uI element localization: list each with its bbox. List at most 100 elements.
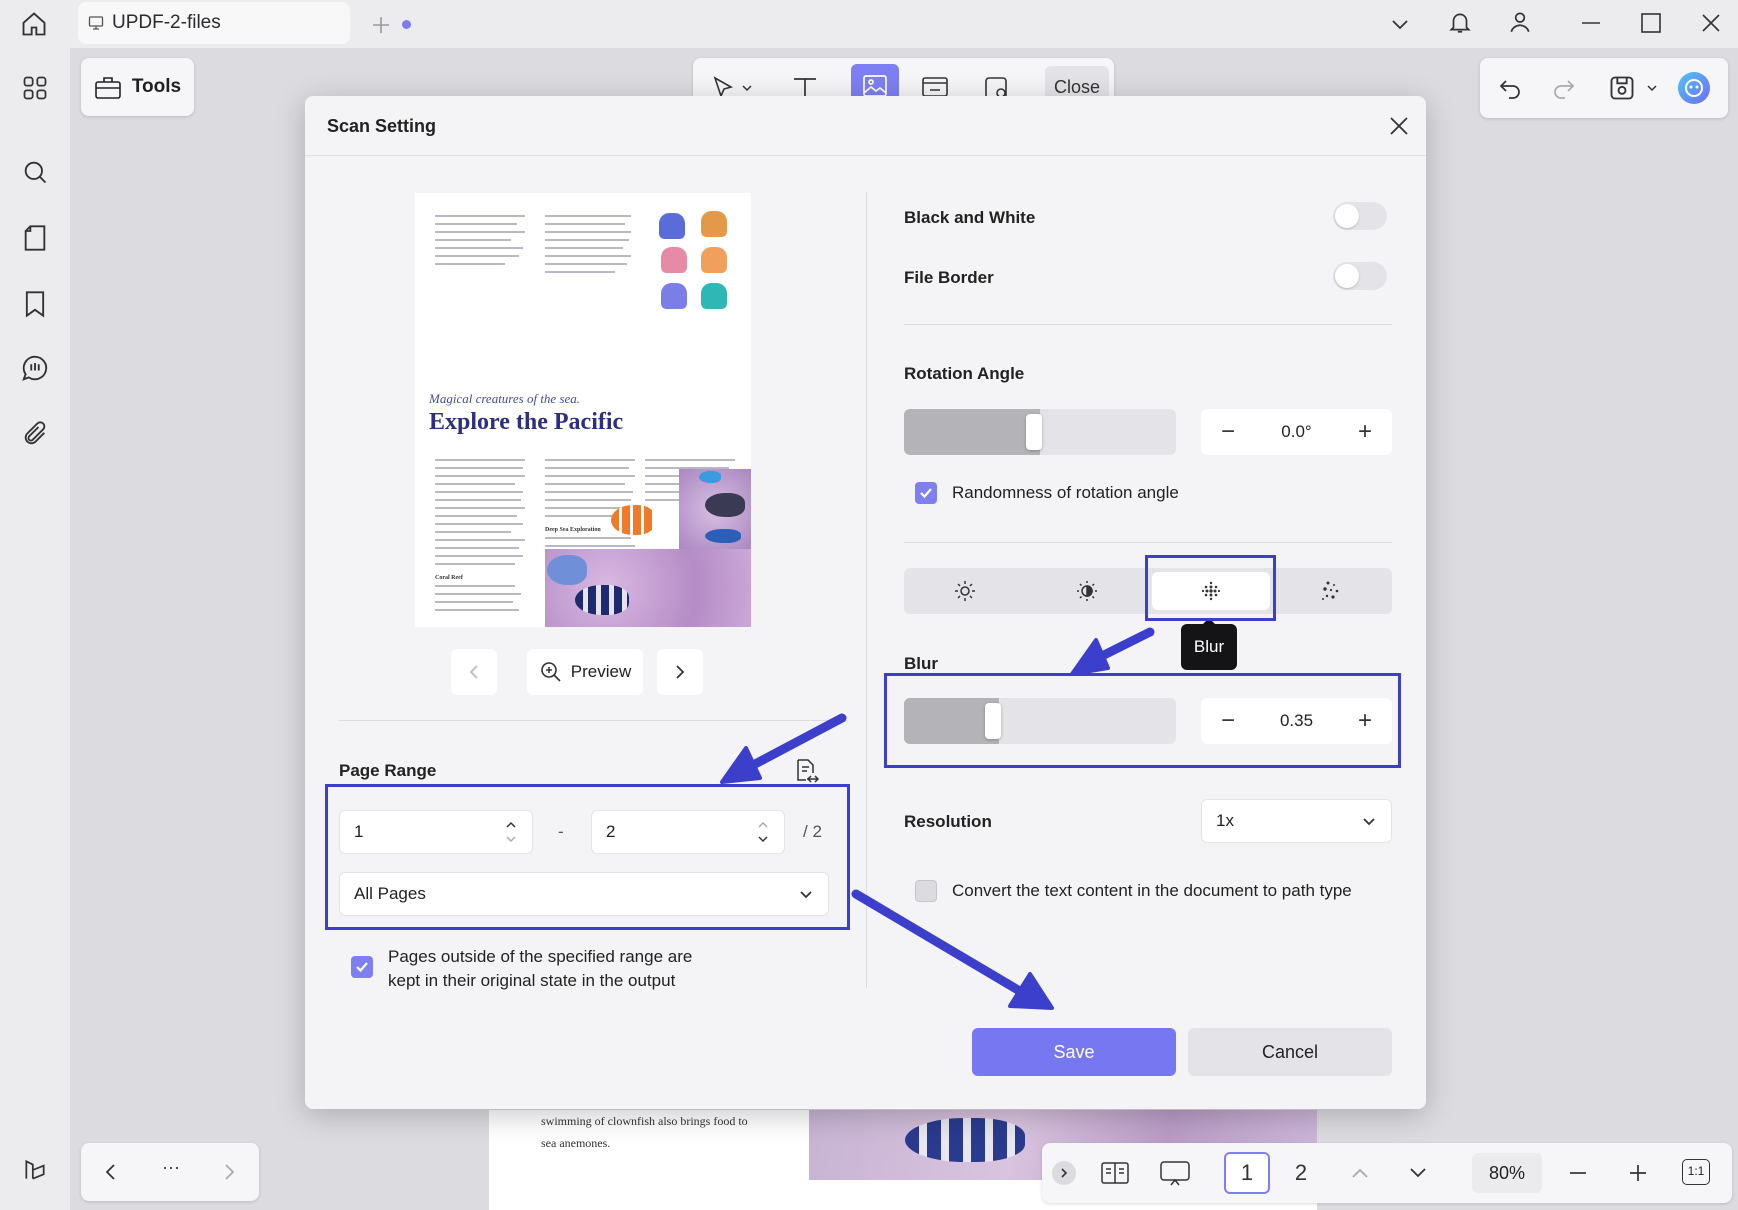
preview-label: Preview — [570, 662, 632, 681]
minimize-icon[interactable] — [1576, 8, 1606, 38]
dialog-divider — [305, 155, 1426, 156]
title-bar: UPDF-2-files — [0, 0, 1738, 48]
keep-original-label: Pages outside of the specified range are… — [388, 947, 693, 990]
apps-icon[interactable] — [17, 70, 53, 106]
page-down-icon[interactable] — [1404, 1159, 1432, 1187]
resolution-label: Resolution — [904, 812, 992, 831]
rotation-plus-button[interactable]: + — [1350, 417, 1380, 447]
preview-prev-button[interactable] — [451, 649, 497, 695]
zoom-out-icon[interactable] — [1564, 1159, 1592, 1187]
randomness-checkbox[interactable] — [915, 482, 937, 504]
tools-button[interactable]: Tools — [81, 58, 194, 116]
document-tab[interactable]: UPDF-2-files — [78, 2, 411, 44]
rotation-minus-button[interactable]: − — [1213, 417, 1243, 447]
undo-icon[interactable] — [1494, 72, 1526, 104]
rotation-slider-handle[interactable] — [1026, 414, 1042, 450]
page-range-highlight-box — [325, 784, 850, 930]
preview-title: Explore the Pacific — [429, 409, 624, 435]
pdf-text-line: swimming of clownfish also brings food t… — [541, 1114, 748, 1128]
bottom-page-bar: 1 2 80% 1:1 — [1042, 1143, 1732, 1203]
brightness-icon[interactable] — [904, 568, 1026, 614]
search-icon[interactable] — [17, 154, 53, 190]
dialog-close-icon[interactable] — [1383, 110, 1415, 142]
page-layout-icon[interactable] — [1098, 1157, 1132, 1189]
chevron-right-icon[interactable] — [215, 1157, 243, 1187]
actual-size-button[interactable]: 1:1 — [1682, 1159, 1710, 1185]
add-tab-icon[interactable] — [366, 10, 396, 40]
noise-icon[interactable] — [1270, 568, 1392, 614]
home-icon[interactable] — [16, 6, 52, 42]
more-button[interactable]: ··· — [153, 1157, 189, 1187]
redo-icon[interactable] — [1548, 72, 1580, 104]
pdf-text-line: sea anemones. — [541, 1136, 611, 1150]
randomness-label: Randomness of rotation angle — [952, 483, 1179, 502]
chevron-left-icon[interactable] — [97, 1157, 125, 1187]
presentation-icon[interactable] — [1156, 1155, 1194, 1191]
file-border-toggle[interactable] — [1333, 262, 1387, 290]
user-icon[interactable] — [1504, 6, 1536, 38]
resolution-value: 1x — [1216, 811, 1234, 830]
blur-tooltip: Blur — [1181, 618, 1237, 670]
cancel-button[interactable]: Cancel — [1188, 1028, 1392, 1076]
convert-text-label: Convert the text content in the document… — [952, 881, 1352, 900]
preview-heading: Coral Reef — [435, 575, 463, 581]
left-rail — [0, 48, 70, 1210]
preview-subtitle: Magical creatures of the sea. — [429, 391, 581, 406]
dialog-title: Scan Setting — [327, 116, 437, 136]
page-up-icon[interactable] — [1346, 1159, 1374, 1187]
black-white-toggle[interactable] — [1333, 202, 1387, 230]
preview-heading: Deep Sea Exploration — [545, 527, 601, 533]
scan-preview-page: Magical creatures of the sea. Explore th… — [415, 193, 751, 627]
right-toolbar — [1480, 58, 1728, 118]
save-button[interactable]: Save — [972, 1028, 1176, 1076]
attachment-icon[interactable] — [17, 416, 53, 452]
chevron-down-icon — [1361, 814, 1377, 830]
page-range-label: Page Range — [339, 761, 437, 780]
page-icon[interactable] — [17, 220, 53, 256]
zoom-level[interactable]: 80% — [1472, 1153, 1542, 1193]
preview-next-button[interactable] — [657, 649, 703, 695]
save-icon[interactable] — [1604, 70, 1640, 106]
keep-original-checkbox[interactable] — [351, 956, 373, 978]
rotation-stepper: − 0.0° + — [1201, 409, 1392, 455]
comment-icon[interactable] — [17, 350, 53, 386]
bell-icon[interactable] — [1444, 6, 1476, 38]
blur-highlight-box — [1145, 555, 1276, 621]
layers-icon[interactable] — [17, 1152, 53, 1188]
zoom-in-icon[interactable] — [1624, 1159, 1652, 1187]
file-border-label: File Border — [904, 268, 994, 287]
black-white-label: Black and White — [904, 208, 1036, 227]
tools-label: Tools — [131, 76, 182, 97]
tab-title: UPDF-2-files — [112, 12, 221, 33]
page-2-button[interactable]: 2 — [1278, 1152, 1324, 1194]
ai-assistant-icon[interactable] — [1676, 70, 1712, 106]
blur-label: Blur — [904, 654, 938, 673]
rotation-slider-fill — [904, 409, 1040, 455]
bookmark-icon[interactable] — [17, 286, 53, 322]
rotation-slider[interactable] — [904, 409, 1176, 455]
collapse-icon[interactable] — [1052, 1161, 1076, 1185]
dropdown-icon[interactable] — [1386, 10, 1414, 38]
chevron-left-icon — [467, 663, 481, 681]
rotation-value[interactable]: 0.0° — [1251, 422, 1342, 442]
blur-settings-highlight-box — [884, 673, 1401, 768]
section-divider — [904, 324, 1392, 325]
zoom-in-icon — [539, 660, 563, 684]
chevron-right-icon — [673, 663, 687, 681]
page-range-swap-icon[interactable] — [791, 756, 821, 786]
section-divider — [904, 542, 1392, 543]
section-divider — [339, 720, 842, 721]
convert-text-checkbox[interactable] — [915, 880, 937, 902]
contrast-icon[interactable] — [1026, 568, 1148, 614]
page-1-button[interactable]: 1 — [1224, 1152, 1270, 1194]
preview-button[interactable]: Preview — [527, 649, 643, 695]
monitor-icon — [88, 15, 104, 31]
toolbox-icon — [94, 74, 122, 100]
bottom-nav-left: ··· — [81, 1143, 259, 1201]
column-divider — [866, 192, 867, 988]
maximize-icon[interactable] — [1636, 8, 1666, 38]
save-dropdown-icon[interactable] — [1644, 80, 1660, 96]
rotation-label: Rotation Angle — [904, 364, 1025, 383]
resolution-select[interactable]: 1x — [1201, 799, 1392, 843]
close-icon[interactable] — [1696, 8, 1726, 38]
